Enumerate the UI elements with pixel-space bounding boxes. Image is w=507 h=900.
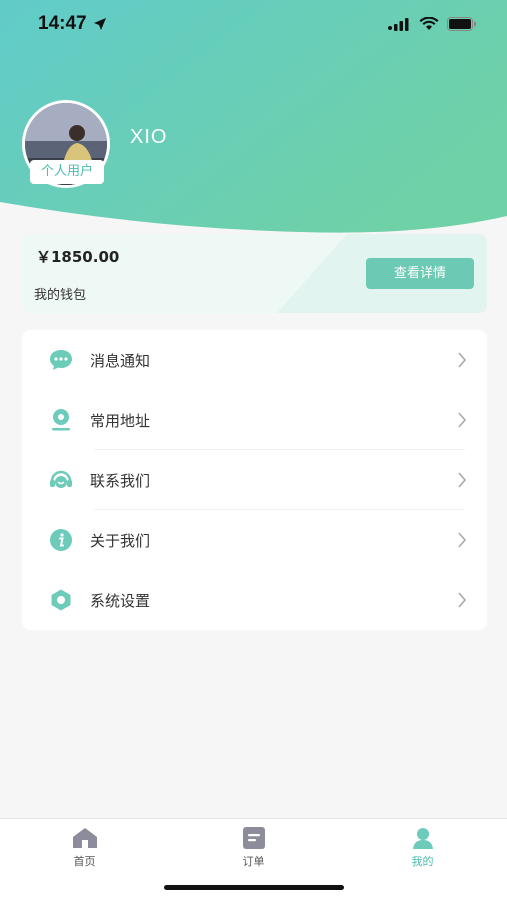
profile-section: 个人用户 XIO: [22, 100, 322, 190]
profile-icon: [412, 828, 433, 849]
home-icon: [72, 828, 97, 848]
menu-item-about[interactable]: 关于我们: [22, 510, 487, 570]
battery-icon: [447, 17, 476, 31]
status-time: 14:47: [38, 13, 107, 35]
menu-list: 消息通知 常用地址 联系我们 关于我们 系统设置: [22, 330, 487, 630]
menu-label: 常用地址: [90, 411, 151, 430]
username: XIO: [130, 126, 168, 148]
menu-label: 关于我们: [90, 531, 151, 550]
chevron-right-icon: [458, 532, 467, 548]
location-arrow-icon: [93, 18, 106, 30]
menu-label: 消息通知: [90, 351, 151, 370]
wallet-card: ￥1850.00 我的钱包 查看详情: [22, 234, 487, 313]
menu-item-addresses[interactable]: 常用地址: [22, 390, 487, 450]
menu-item-notifications[interactable]: 消息通知: [22, 330, 487, 390]
settings-icon: [49, 588, 73, 612]
cellular-signal-icon: [388, 18, 409, 31]
status-icons: [387, 17, 477, 31]
home-indicator: [164, 885, 344, 890]
tab-mine[interactable]: 我的: [338, 819, 507, 900]
headset-icon: [49, 468, 73, 492]
order-icon: [242, 827, 265, 849]
menu-label: 系统设置: [90, 591, 151, 610]
tab-label: 我的: [411, 855, 434, 868]
location-icon: [49, 408, 73, 432]
message-icon: [49, 348, 73, 372]
chevron-right-icon: [458, 472, 467, 488]
tab-home[interactable]: 首页: [0, 819, 169, 900]
menu-item-contact[interactable]: 联系我们: [22, 450, 487, 510]
menu-label: 联系我们: [90, 471, 151, 490]
user-type-badge: 个人用户: [30, 160, 104, 184]
time-text: 14:47: [38, 13, 87, 34]
wallet-balance: ￥1850.00: [36, 248, 120, 266]
chevron-right-icon: [458, 412, 467, 428]
view-details-button[interactable]: 查看详情: [366, 258, 474, 289]
wifi-icon: [419, 17, 439, 30]
tab-label: 订单: [242, 855, 265, 868]
menu-item-settings[interactable]: 系统设置: [22, 570, 487, 630]
chevron-right-icon: [458, 352, 467, 368]
tab-label: 首页: [73, 855, 96, 868]
info-icon: [49, 528, 73, 552]
chevron-right-icon: [458, 592, 467, 608]
wallet-label: 我的钱包: [34, 288, 87, 303]
status-bar: 14:47: [0, 0, 507, 48]
